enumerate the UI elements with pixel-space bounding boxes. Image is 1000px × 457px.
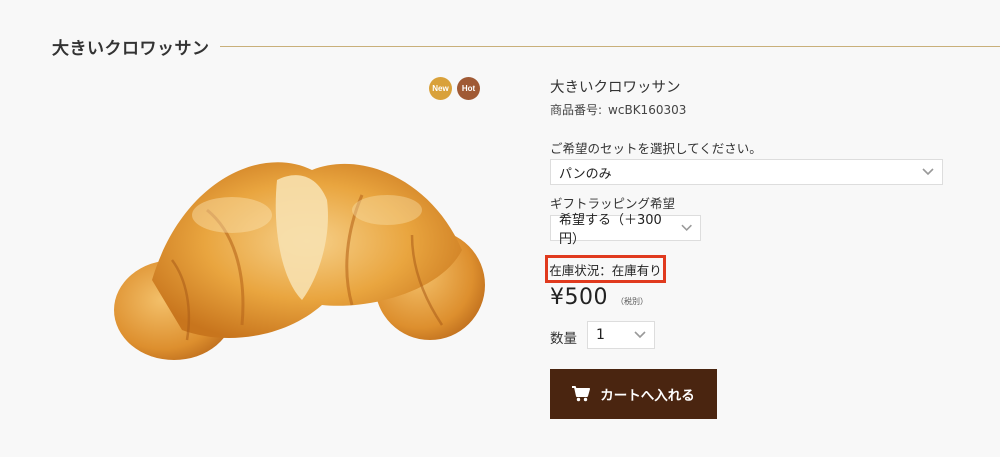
title-divider: [219, 45, 1000, 47]
price-row: ¥500 （税別）: [550, 285, 648, 310]
quantity-value: 1: [596, 327, 605, 343]
hot-badge: Hot: [457, 77, 480, 100]
quantity-select[interactable]: 1: [587, 321, 655, 349]
add-to-cart-button[interactable]: カートへ入れる: [550, 369, 717, 419]
chevron-down-icon: [922, 168, 934, 176]
product-code: 商品番号: wcBK160303: [550, 101, 686, 118]
gift-option-select[interactable]: 希望する（＋300円）: [550, 213, 701, 247]
add-to-cart-label: カートへ入れる: [600, 388, 695, 404]
stock-status: 在庫状況：在庫有り: [545, 255, 666, 283]
cart-icon: [572, 386, 591, 402]
product-code-label: 商品番号:: [550, 103, 603, 117]
price: ¥500: [550, 285, 608, 310]
quantity-label: 数量: [550, 331, 577, 347]
page-header: 大きいクロワッサン: [52, 33, 1000, 59]
tax-note: （税別）: [616, 297, 648, 306]
set-option-select[interactable]: パンのみ: [550, 159, 943, 185]
set-option-value: パンのみ: [559, 166, 612, 182]
croissant-image: [114, 162, 485, 360]
product-code-value: wcBK160303: [608, 103, 687, 117]
set-option-label: ご希望のセットを選択してください。: [550, 141, 762, 156]
new-badge: New: [429, 77, 452, 100]
product-name: 大きいクロワッサン: [550, 80, 681, 96]
gift-option-value: 希望する（＋300円）: [559, 213, 662, 247]
page-title: 大きいクロワッサン: [52, 38, 210, 59]
chevron-down-icon: [681, 224, 692, 231]
chevron-down-icon: [634, 331, 646, 339]
product-badges: New Hot: [429, 77, 480, 100]
